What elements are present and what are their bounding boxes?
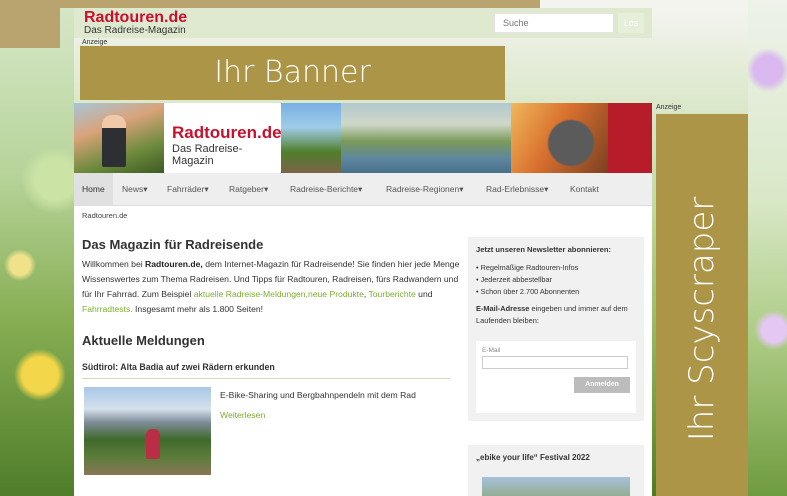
nav-radreise-regionen[interactable]: Radreise-Regionen▾ <box>386 173 464 206</box>
email-field[interactable] <box>482 356 628 369</box>
chevron-down-icon: ▾ <box>204 184 209 194</box>
nav-radreise-berichte-label: Radreise-Berichte <box>290 184 359 194</box>
hero-photo-lake <box>341 103 511 173</box>
chevron-down-icon: ▾ <box>544 184 549 194</box>
search-button[interactable]: Los <box>618 13 644 33</box>
page-title: Das Magazin für Radreisende <box>82 237 264 252</box>
nav-ratgeber-label: Ratgeber <box>229 184 264 194</box>
nav-news-label: News <box>122 184 144 194</box>
ad-label-right: Anzeige <box>656 104 682 111</box>
main-page: Radtouren.de Das Radreise-Magazin Home N… <box>74 103 652 496</box>
newsletter-title: Jetzt unseren Newsletter abonnieren: <box>476 245 612 254</box>
nav-home[interactable]: Home <box>74 173 113 206</box>
hero-photo-cyclist <box>74 103 164 173</box>
site-logo-small[interactable]: Radtouren.de Das Radreise-Magazin <box>84 10 187 36</box>
ad-label-top: Anzeige <box>82 39 108 46</box>
nav-ratgeber[interactable]: Ratgeber▾ <box>229 173 268 206</box>
logo-name: Radtouren.de <box>84 9 188 26</box>
newsletter-desc: E-Mail-Adresse eingeben und immer auf de… <box>476 303 636 327</box>
logo-tagline: Das Radreise-Magazin <box>84 25 186 36</box>
festival-title[interactable]: „ebike your life“ Festival 2022 <box>476 453 636 462</box>
intro-paragraph: Willkommen bei Radtouren.de, dem Interne… <box>82 257 460 317</box>
nav-radreise-regionen-label: Radreise-Regionen <box>386 184 460 194</box>
scyscraper-text: Ihr Scyscraper <box>682 196 722 442</box>
hero-logo-name: Radtouren.de <box>172 123 282 142</box>
nav-radreise-berichte[interactable]: Radreise-Berichte▾ <box>290 173 362 206</box>
hero-red-accent <box>608 103 652 173</box>
top-header-bar: Radtouren.de Das Radreise-Magazin Los <box>74 8 652 38</box>
email-label: E-Mail <box>482 347 501 354</box>
chevron-down-icon: ▾ <box>263 184 269 194</box>
newsletter-box: Jetzt unseren Newsletter abonnieren: • R… <box>468 237 644 421</box>
subscribe-button[interactable]: Anmelden <box>574 377 630 393</box>
nav-news[interactable]: News▾ <box>122 173 148 206</box>
ad-banner[interactable]: Ihr Banner <box>80 46 505 100</box>
breadcrumb[interactable]: Radtouren.de <box>82 211 127 220</box>
nav-home-label: Home <box>82 184 105 194</box>
intro-text: Insgesamt mehr als 1.800 Seiten! <box>132 304 264 314</box>
newsletter-form: E-Mail Anmelden <box>476 341 636 413</box>
news-thumbnail[interactable] <box>84 387 211 475</box>
link-fahrradtests[interactable]: Fahrradtests. <box>82 304 133 314</box>
nav-rad-erlebnisse[interactable]: Rad-Erlebnisse▾ <box>486 173 548 206</box>
intro-text: Willkommen bei <box>82 259 146 269</box>
festival-box: „ebike your life“ Festival 2022 <box>468 445 644 496</box>
nav-kontakt-label: Kontakt <box>570 184 599 194</box>
intro-brand: Radtouren.de, <box>145 259 203 269</box>
nav-rad-erlebnisse-label: Rad-Erlebnisse <box>486 184 545 194</box>
background-flowers-right <box>748 0 787 496</box>
intro-text: und <box>415 289 433 299</box>
link-meldungen[interactable]: aktuelle Radreise-Meldungen, <box>194 289 308 299</box>
list-item: • Jederzeit abbestellbar <box>476 275 552 284</box>
ad-scyscraper[interactable]: Ihr Scyscraper <box>656 114 748 496</box>
festival-image[interactable] <box>482 477 630 496</box>
news-section-title: Aktuelle Meldungen <box>82 333 205 348</box>
chevron-down-icon: ▾ <box>358 184 363 194</box>
intro-section: Das Magazin für Radreisende Willkommen b… <box>82 237 460 317</box>
newsletter-desc-bold: E-Mail-Adresse <box>476 304 530 313</box>
background-meadow-left <box>0 0 74 496</box>
news-teaser: E-Bike-Sharing und Bergbahnpendeln mit d… <box>220 390 416 400</box>
chevron-down-icon: ▾ <box>143 184 148 194</box>
hero-logo[interactable]: Radtouren.de Das Radreise-Magazin <box>164 103 282 173</box>
link-produkte[interactable]: neue Produkte <box>308 289 364 299</box>
hero-photo-forest <box>281 103 341 173</box>
nav-kontakt[interactable]: Kontakt <box>570 173 599 206</box>
list-item: • Regelmäßige Radtouren-Infos <box>476 263 579 272</box>
nav-fahrraeder-label: Fahrräder <box>167 184 205 194</box>
chevron-down-icon: ▾ <box>459 184 464 194</box>
news-headline[interactable]: Südtirol: Alta Badia auf zwei Rädern erk… <box>82 362 275 372</box>
main-nav: Home News▾ Fahrräder▾ Ratgeber▾ Radreise… <box>74 173 652 206</box>
divider <box>82 378 450 379</box>
link-tourberichte[interactable]: Tourberichte <box>368 289 415 299</box>
hero-header: Radtouren.de Das Radreise-Magazin <box>74 103 652 173</box>
read-more-link[interactable]: Weiterlesen <box>220 410 265 420</box>
nav-fahrraeder[interactable]: Fahrräder▾ <box>167 173 209 206</box>
hero-logo-tagline: Das Radreise-Magazin <box>172 143 243 167</box>
list-item: • Schon über 2.700 Abonnenten <box>476 287 580 296</box>
search-input[interactable] <box>494 13 614 33</box>
newsletter-benefits: • Regelmäßige Radtouren-Infos • Jederzei… <box>476 262 636 298</box>
hero-photo-wheel <box>511 103 608 173</box>
background-gold-strip <box>0 0 540 48</box>
